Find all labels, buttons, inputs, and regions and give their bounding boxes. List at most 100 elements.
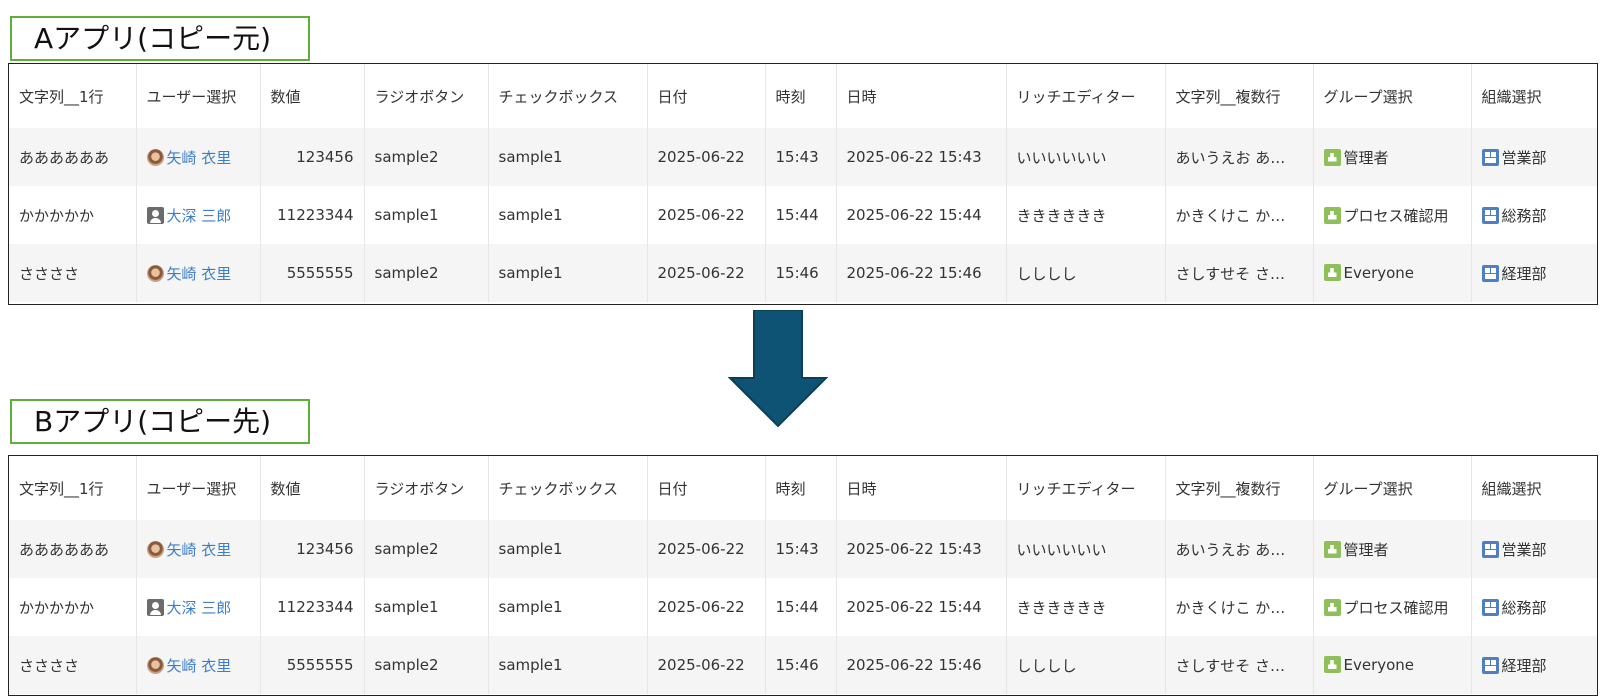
cell-date: 2025-06-22 bbox=[647, 128, 766, 186]
cell-organization: 経理部 bbox=[1471, 244, 1597, 302]
group-icon bbox=[1323, 206, 1341, 224]
cell-rich-editor: きききききき bbox=[1006, 186, 1166, 244]
cell-radio: sample1 bbox=[364, 186, 489, 244]
user-link[interactable]: 矢崎 衣里 bbox=[167, 265, 232, 283]
user-link[interactable]: 大深 三郎 bbox=[167, 599, 232, 617]
column-header[interactable]: チェックボックス bbox=[488, 456, 648, 520]
column-header[interactable]: 日時 bbox=[836, 64, 1007, 128]
cell-text-single: ささささ bbox=[9, 244, 137, 302]
column-header[interactable]: チェックボックス bbox=[488, 64, 648, 128]
user-photo-icon bbox=[146, 148, 164, 166]
column-header[interactable]: 時刻 bbox=[765, 64, 837, 128]
group-name: プロセス確認用 bbox=[1343, 598, 1449, 617]
column-header[interactable]: リッチエディター bbox=[1006, 64, 1166, 128]
cell-group: 管理者 bbox=[1313, 128, 1472, 186]
organization-icon bbox=[1481, 148, 1499, 166]
cell-rich-editor: いいいいいい bbox=[1006, 520, 1166, 578]
cell-group: プロセス確認用 bbox=[1313, 578, 1472, 636]
cell-text-single: ああああああ bbox=[9, 520, 137, 578]
table-row: かかかかか 大深 三郎 11223344 sample1 sample1 2025-06-… bbox=[9, 186, 1597, 244]
cell-checkbox: sample1 bbox=[488, 244, 648, 302]
cell-radio: sample1 bbox=[364, 578, 489, 636]
cell-user: 矢崎 衣里 bbox=[136, 244, 261, 302]
cell-text-multi: かきくけこ か… bbox=[1165, 578, 1314, 636]
column-header[interactable]: 組織選択 bbox=[1471, 64, 1597, 128]
organization-name: 経理部 bbox=[1501, 264, 1547, 283]
column-header[interactable]: グループ選択 bbox=[1313, 64, 1472, 128]
organization-name: 総務部 bbox=[1501, 206, 1547, 225]
cell-date: 2025-06-22 bbox=[647, 636, 766, 694]
cell-date: 2025-06-22 bbox=[647, 578, 766, 636]
user-link[interactable]: 矢崎 衣里 bbox=[167, 657, 232, 675]
cell-checkbox: sample1 bbox=[488, 520, 648, 578]
column-header[interactable]: 文字列__1行 bbox=[9, 64, 137, 128]
cell-organization: 営業部 bbox=[1471, 128, 1597, 186]
column-header[interactable]: 時刻 bbox=[765, 456, 837, 520]
cell-text-multi: さしすせそ さ… bbox=[1165, 244, 1314, 302]
cell-group: プロセス確認用 bbox=[1313, 186, 1472, 244]
column-header[interactable]: 文字列__複数行 bbox=[1165, 456, 1314, 520]
column-header[interactable]: リッチエディター bbox=[1006, 456, 1166, 520]
app-a-table: 文字列__1行 ユーザー選択 数値 ラジオボタン チェックボックス 日付 時刻 日時 リッチエデ… bbox=[8, 63, 1598, 305]
down-arrow-icon bbox=[728, 310, 828, 428]
cell-number: 5555555 bbox=[260, 636, 365, 694]
cell-datetime: 2025-06-22 15:46 bbox=[836, 244, 1007, 302]
cell-time: 15:44 bbox=[765, 186, 837, 244]
cell-number: 11223344 bbox=[260, 578, 365, 636]
cell-time: 15:43 bbox=[765, 128, 837, 186]
cell-number: 5555555 bbox=[260, 244, 365, 302]
organization-name: 営業部 bbox=[1501, 540, 1547, 559]
cell-radio: sample2 bbox=[364, 128, 489, 186]
column-header[interactable]: 組織選択 bbox=[1471, 456, 1597, 520]
group-icon bbox=[1323, 540, 1341, 558]
column-header[interactable]: ユーザー選択 bbox=[136, 64, 261, 128]
column-header[interactable]: 数値 bbox=[260, 456, 365, 520]
column-header[interactable]: 日付 bbox=[647, 456, 766, 520]
group-name: Everyone bbox=[1343, 656, 1415, 674]
cell-number: 123456 bbox=[260, 128, 365, 186]
cell-rich-editor: しししし bbox=[1006, 244, 1166, 302]
group-icon bbox=[1323, 148, 1341, 166]
cell-user: 大深 三郎 bbox=[136, 186, 261, 244]
table-row: かかかかか 大深 三郎 11223344 sample1 sample1 2025-06-… bbox=[9, 578, 1597, 636]
cell-text-multi: さしすせそ さ… bbox=[1165, 636, 1314, 694]
column-header[interactable]: 日時 bbox=[836, 456, 1007, 520]
cell-datetime: 2025-06-22 15:46 bbox=[836, 636, 1007, 694]
cell-datetime: 2025-06-22 15:43 bbox=[836, 128, 1007, 186]
cell-text-single: かかかかか bbox=[9, 186, 137, 244]
cell-user: 矢崎 衣里 bbox=[136, 636, 261, 694]
user-link[interactable]: 矢崎 衣里 bbox=[167, 541, 232, 559]
cell-checkbox: sample1 bbox=[488, 186, 648, 244]
cell-time: 15:44 bbox=[765, 578, 837, 636]
column-header[interactable]: 日付 bbox=[647, 64, 766, 128]
user-photo-icon bbox=[146, 540, 164, 558]
cell-radio: sample2 bbox=[364, 636, 489, 694]
cell-text-multi: かきくけこ か… bbox=[1165, 186, 1314, 244]
cell-group: 管理者 bbox=[1313, 520, 1472, 578]
column-header[interactable]: 数値 bbox=[260, 64, 365, 128]
column-header[interactable]: ユーザー選択 bbox=[136, 456, 261, 520]
column-header[interactable]: ラジオボタン bbox=[364, 64, 489, 128]
organization-name: 営業部 bbox=[1501, 148, 1547, 167]
header-row: 文字列__1行 ユーザー選択 数値 ラジオボタン チェックボックス 日付 時刻 日時 リッチエデ… bbox=[9, 456, 1597, 520]
user-link[interactable]: 矢崎 衣里 bbox=[167, 149, 232, 167]
cell-user: 矢崎 衣里 bbox=[136, 520, 261, 578]
column-header[interactable]: 文字列__複数行 bbox=[1165, 64, 1314, 128]
user-link[interactable]: 大深 三郎 bbox=[167, 207, 232, 225]
cell-user: 大深 三郎 bbox=[136, 578, 261, 636]
cell-time: 15:46 bbox=[765, 636, 837, 694]
column-header[interactable]: グループ選択 bbox=[1313, 456, 1472, 520]
cell-organization: 営業部 bbox=[1471, 520, 1597, 578]
cell-time: 15:43 bbox=[765, 520, 837, 578]
group-name: プロセス確認用 bbox=[1343, 206, 1449, 225]
group-icon bbox=[1323, 656, 1341, 673]
group-icon bbox=[1323, 264, 1341, 281]
cell-group: Everyone bbox=[1313, 244, 1472, 302]
cell-radio: sample2 bbox=[364, 520, 489, 578]
column-header[interactable]: 文字列__1行 bbox=[9, 456, 137, 520]
user-default-icon bbox=[146, 598, 164, 616]
column-header[interactable]: ラジオボタン bbox=[364, 456, 489, 520]
cell-text-single: かかかかか bbox=[9, 578, 137, 636]
header-row: 文字列__1行 ユーザー選択 数値 ラジオボタン チェックボックス 日付 時刻 日時 リッチエデ… bbox=[9, 64, 1597, 128]
cell-date: 2025-06-22 bbox=[647, 520, 766, 578]
